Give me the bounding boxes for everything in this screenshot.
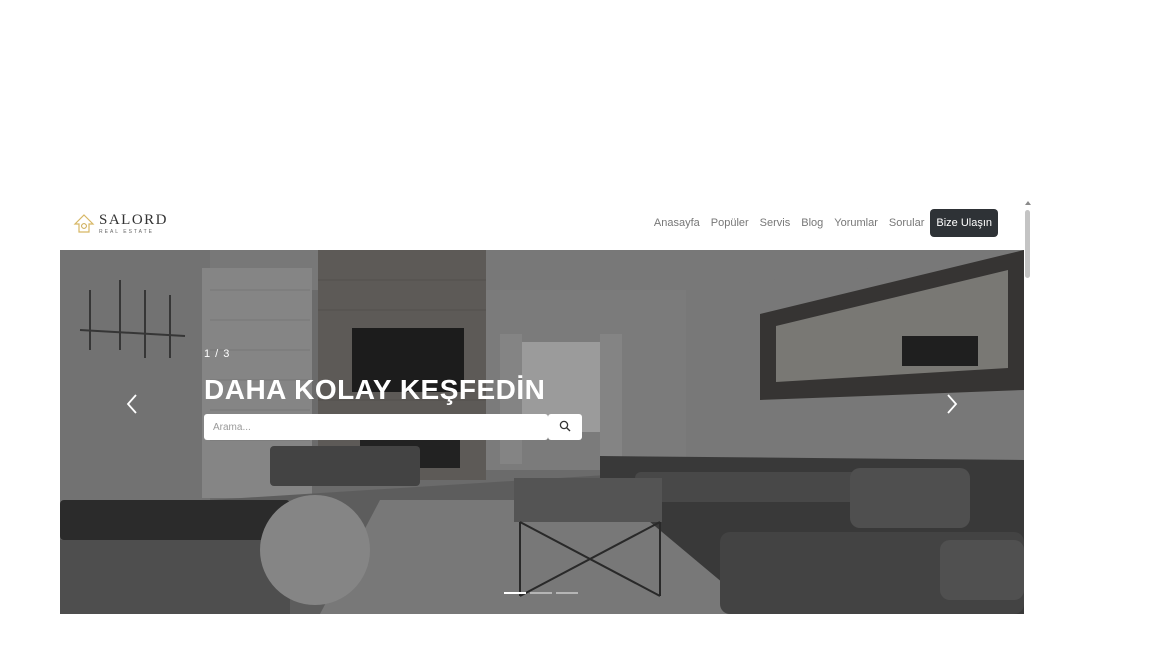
slider-prev-button[interactable]: [121, 392, 145, 416]
navbar: SALORD REAL ESTATE Anasayfa Popüler Serv…: [60, 200, 1024, 250]
nav-link-anasayfa[interactable]: Anasayfa: [654, 217, 700, 229]
pagination-dot-2[interactable]: [530, 592, 552, 594]
scroll-thumb[interactable]: [1025, 210, 1030, 278]
house-logo-icon: [73, 213, 95, 235]
chevron-left-icon: [121, 394, 145, 420]
brand-tagline: REAL ESTATE: [99, 229, 154, 235]
pagination-dot-3[interactable]: [556, 592, 578, 594]
slider-next-button[interactable]: [939, 392, 963, 416]
nav-link-yorumlar[interactable]: Yorumlar: [834, 217, 878, 229]
browser-viewport: SALORD REAL ESTATE Anasayfa Popüler Serv…: [60, 200, 1035, 615]
nav-link-blog[interactable]: Blog: [801, 217, 823, 229]
main-nav: Anasayfa Popüler Servis Blog Yorumlar So…: [643, 209, 998, 237]
slider-pagination: [504, 592, 582, 594]
brand-name: SALORD: [99, 212, 169, 228]
search-input[interactable]: [204, 414, 548, 440]
nav-link-servis[interactable]: Servis: [760, 217, 791, 229]
pagination-dot-1[interactable]: [504, 592, 526, 594]
page-scrollbar[interactable]: [1024, 200, 1032, 615]
nav-link-sorular[interactable]: Sorular: [889, 217, 924, 229]
page: SALORD REAL ESTATE Anasayfa Popüler Serv…: [0, 0, 1152, 648]
nav-link-populer[interactable]: Popüler: [711, 217, 749, 229]
hero-title: DAHA KOLAY KEŞFEDİN: [204, 374, 546, 405]
scroll-up-arrow-icon[interactable]: [1025, 201, 1031, 205]
brand-text: SALORD REAL ESTATE: [99, 213, 168, 235]
search-button[interactable]: [548, 414, 582, 440]
brand-logo[interactable]: SALORD REAL ESTATE: [73, 210, 168, 238]
hero-slider: 1 / 3 DAHA KOLAY KEŞFEDİN: [60, 250, 1024, 614]
slide-counter: 1 / 3: [204, 348, 231, 360]
contact-button[interactable]: Bize Ulaşın: [930, 209, 998, 237]
search-icon: [559, 420, 571, 435]
chevron-right-icon: [939, 394, 963, 420]
